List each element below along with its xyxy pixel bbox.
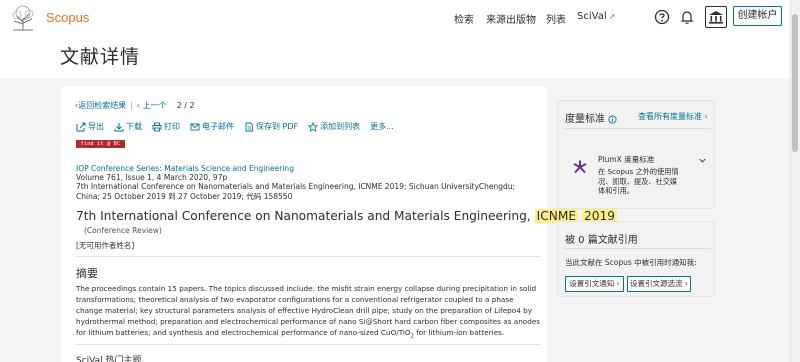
chevron-down-icon[interactable] (698, 156, 707, 165)
scopus-brand-link[interactable]: Scopus (46, 10, 89, 25)
download-label: 下载 (126, 122, 142, 131)
nav-search[interactable]: 检索 (454, 11, 474, 26)
set-citation-feed-button[interactable]: 设置引文源选流 › (627, 276, 691, 292)
institution-icon (709, 11, 723, 24)
abstract-heading: 摘要 (76, 267, 98, 280)
back-to-results-link[interactable]: ‹返回检索结果 (75, 101, 126, 110)
abstract-text-end: for lithium-ion batteries. (413, 328, 505, 337)
document-type: (Conference Review) (84, 226, 162, 235)
info-icon[interactable] (608, 114, 617, 124)
export-label: 导出 (88, 122, 104, 131)
plumx-description: 在 Scopus 之外的使用情况、抓取、提及、社交媒体和引用。 (598, 167, 679, 195)
more-label: 更多... (370, 122, 394, 131)
notification-bell-icon[interactable] (679, 9, 695, 25)
star-icon (308, 121, 319, 132)
page-title: 文献详情 (60, 46, 141, 68)
email-action[interactable]: 电子邮件 (190, 121, 234, 132)
scrollbar-thumb[interactable] (792, 14, 798, 152)
meta-conference: 7th International Conference on Nanomate… (76, 182, 516, 192)
view-all-metrics-label: 查看所有度量标准 (638, 112, 702, 121)
download-action[interactable]: 下载 (114, 121, 142, 132)
print-action[interactable]: 打印 (152, 121, 180, 132)
set-citation-alert-button[interactable]: 设置引文通知 › (565, 276, 624, 292)
page-counter: 2 / 2 (176, 101, 195, 110)
nav-lists[interactable]: 列表 (546, 11, 566, 26)
export-action[interactable]: 导出 (76, 121, 104, 132)
save-pdf-label: 保存到 PDF (256, 122, 299, 131)
document-title-main: 7th International Conference on Nanomate… (76, 209, 531, 223)
meta-dates: China; 25 October 2019 到 27 October 2019… (76, 191, 293, 201)
citation-alert-note: 当此文献在 Scopus 中被引用时通知我: (565, 258, 697, 267)
abstract-text: The proceedings contain 15 papers. The t… (76, 283, 542, 342)
download-icon (114, 122, 124, 131)
panel-divider-2 (565, 248, 711, 249)
elsevier-logo-icon[interactable] (8, 4, 38, 32)
no-author-note: [无可用作者姓名] (76, 241, 135, 250)
document-meta: Volume 761, Issue 1, 4 March 2020, 97p 7… (76, 173, 541, 201)
panel-divider (565, 128, 711, 129)
add-to-list-label: 添加到列表 (320, 122, 361, 131)
scival-topics-heading: SciVal 热门主题 (76, 356, 142, 362)
external-link-icon: ↗ (608, 12, 616, 21)
plumx-title: PlumX 度量标准 (598, 155, 655, 164)
view-all-metrics-link[interactable]: 查看所有度量标准 › (638, 111, 708, 122)
more-action[interactable]: 更多... (370, 121, 394, 132)
result-navigation: ‹返回检索结果 | ‹ 上一个 2 / 2 (75, 100, 195, 111)
pdf-icon (245, 122, 253, 131)
help-icon[interactable] (654, 9, 670, 25)
set-citation-feed-label: 设置引文源选流 (630, 279, 683, 288)
print-label: 打印 (164, 122, 180, 131)
section-divider (76, 256, 541, 257)
meta-volume: Volume 761, Issue 1, 4 March 2020, 97p (76, 173, 228, 182)
nav-scival[interactable]: SciVal ↗ (577, 11, 615, 22)
section-divider-2 (76, 344, 541, 345)
add-to-list-action[interactable]: 添加到列表 (308, 121, 360, 132)
save-pdf-action[interactable]: 保存到 PDF (244, 121, 298, 132)
previous-link[interactable]: ‹ 上一个 (137, 101, 167, 110)
institution-button[interactable] (705, 6, 727, 28)
set-citation-alert-label: 设置引文通知 (569, 279, 615, 288)
find-it-badge[interactable]: find it @ BC (76, 140, 125, 148)
action-toolbar: 导出 下载 打印 电子邮件 保存到 PDF 添加到列表 更多... (76, 121, 394, 132)
nav-sources[interactable]: 来源出版物 (486, 11, 536, 26)
nav-scival-label: SciVal (577, 11, 607, 22)
back-to-results-label: 返回检索结果 (78, 101, 127, 110)
export-icon (76, 122, 86, 131)
cited-by-title: 被 0 篇文献引用 (565, 235, 638, 246)
nav-separator: | (130, 101, 133, 110)
email-label: 电子邮件 (202, 122, 234, 131)
plumx-icon (573, 160, 587, 174)
document-title: 7th International Conference on Nanomate… (76, 209, 617, 223)
metrics-title-label: 度量标准 (565, 114, 605, 125)
previous-label: 上一个 (142, 101, 167, 110)
email-icon (190, 123, 200, 130)
metrics-title: 度量标准 (565, 110, 617, 125)
create-account-button[interactable]: 创建帐户 (733, 6, 782, 26)
source-title-link[interactable]: IOP Conference Series: Materials Science… (76, 164, 294, 173)
print-icon (152, 122, 162, 131)
